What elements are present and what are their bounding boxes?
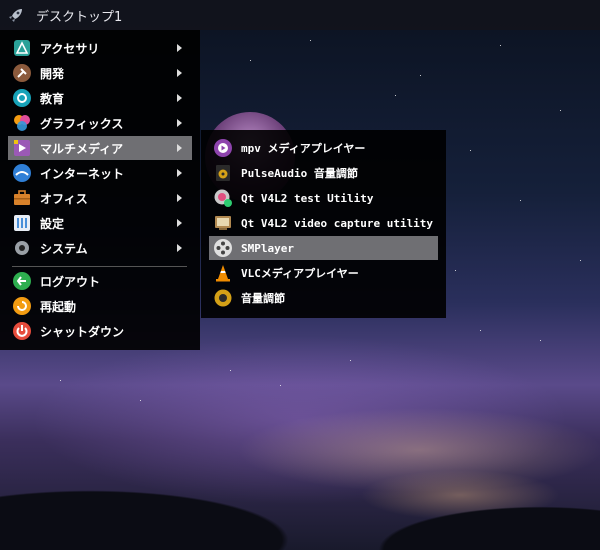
- submenu-arrow-icon: [177, 144, 182, 152]
- application-menu: アクセサリ 開発 教育 グラフィックス マルチメディア インターネット オフィス…: [0, 30, 200, 350]
- submenu-item-qv4l2-test[interactable]: Qt V4L2 test Utility: [209, 186, 438, 210]
- menu-item-label: オフィス: [40, 191, 88, 206]
- submenu-arrow-icon: [177, 194, 182, 202]
- menu-item-label: シャットダウン: [40, 324, 125, 339]
- menu-item-label: インターネット: [40, 166, 125, 181]
- menu-item-label: Qt V4L2 video capture utility: [241, 216, 434, 230]
- submenu-item-vlc[interactable]: VLCメディアプレイヤー: [209, 261, 438, 285]
- taskbar: デスクトップ1: [0, 0, 600, 30]
- menu-item-label: マルチメディア: [40, 141, 124, 156]
- menu-item-accessories[interactable]: アクセサリ: [8, 36, 192, 60]
- menu-item-label: システム: [40, 241, 88, 256]
- graphics-icon: [12, 113, 32, 133]
- submenu-item-volume[interactable]: 音量調節: [209, 286, 438, 310]
- office-icon: [12, 188, 32, 208]
- menu-item-label: SMPlayer: [241, 241, 294, 255]
- hammer-icon: [12, 63, 32, 83]
- multimedia-icon: [12, 138, 32, 158]
- multimedia-submenu: mpv メディアプレイヤー PulseAudio 音量調節 Qt V4L2 te…: [201, 130, 446, 318]
- submenu-item-qv4l2-capture[interactable]: Qt V4L2 video capture utility: [209, 211, 438, 235]
- volume-icon: [213, 288, 233, 308]
- menu-item-office[interactable]: オフィス: [8, 186, 192, 210]
- menu-item-label: ログアウト: [40, 274, 101, 289]
- settings-icon: [12, 213, 32, 233]
- submenu-arrow-icon: [177, 69, 182, 77]
- submenu-item-pulseaudio[interactable]: PulseAudio 音量調節: [209, 161, 438, 185]
- menu-item-label: 音量調節: [241, 292, 285, 305]
- menu-item-development[interactable]: 開発: [8, 61, 192, 85]
- education-icon: [12, 88, 32, 108]
- submenu-arrow-icon: [177, 44, 182, 52]
- menu-item-settings[interactable]: 設定: [8, 211, 192, 235]
- rocket-icon[interactable]: [6, 5, 26, 25]
- gear-icon: [12, 238, 32, 258]
- tv-icon: [213, 213, 233, 233]
- menu-item-system[interactable]: システム: [8, 236, 192, 260]
- restart-button[interactable]: 再起動: [8, 294, 192, 318]
- camera-test-icon: [213, 188, 233, 208]
- menu-item-multimedia[interactable]: マルチメディア: [8, 136, 192, 160]
- menu-item-label: アクセサリ: [40, 41, 100, 56]
- menu-item-label: グラフィックス: [40, 116, 124, 131]
- menu-separator: [12, 266, 187, 267]
- submenu-arrow-icon: [177, 219, 182, 227]
- shutdown-button[interactable]: シャットダウン: [8, 319, 192, 343]
- internet-icon: [12, 163, 32, 183]
- submenu-arrow-icon: [177, 169, 182, 177]
- submenu-arrow-icon: [177, 119, 182, 127]
- logout-button[interactable]: ログアウト: [8, 269, 192, 293]
- desktop-title: デスクトップ1: [36, 9, 123, 25]
- menu-item-graphics[interactable]: グラフィックス: [8, 111, 192, 135]
- submenu-item-smplayer[interactable]: SMPlayer: [209, 236, 438, 260]
- menu-item-education[interactable]: 教育: [8, 86, 192, 110]
- speaker-icon: [213, 163, 233, 183]
- menu-item-label: 開発: [40, 66, 65, 81]
- accessories-icon: [12, 38, 32, 58]
- restart-icon: [12, 296, 32, 316]
- mpv-icon: [213, 138, 233, 158]
- menu-item-label: mpv メディアプレイヤー: [241, 142, 366, 155]
- shutdown-icon: [12, 321, 32, 341]
- menu-item-label: Qt V4L2 test Utility: [241, 191, 374, 205]
- menu-item-label: PulseAudio 音量調節: [241, 167, 358, 180]
- menu-item-label: 再起動: [40, 299, 77, 314]
- menu-item-label: 設定: [40, 216, 65, 231]
- logout-icon: [12, 271, 32, 291]
- submenu-arrow-icon: [177, 94, 182, 102]
- submenu-item-mpv[interactable]: mpv メディアプレイヤー: [209, 136, 438, 160]
- menu-item-label: VLCメディアプレイヤー: [241, 267, 359, 280]
- film-reel-icon: [213, 238, 233, 258]
- submenu-arrow-icon: [177, 244, 182, 252]
- menu-item-label: 教育: [40, 91, 65, 106]
- menu-item-internet[interactable]: インターネット: [8, 161, 192, 185]
- vlc-cone-icon: [213, 263, 233, 283]
